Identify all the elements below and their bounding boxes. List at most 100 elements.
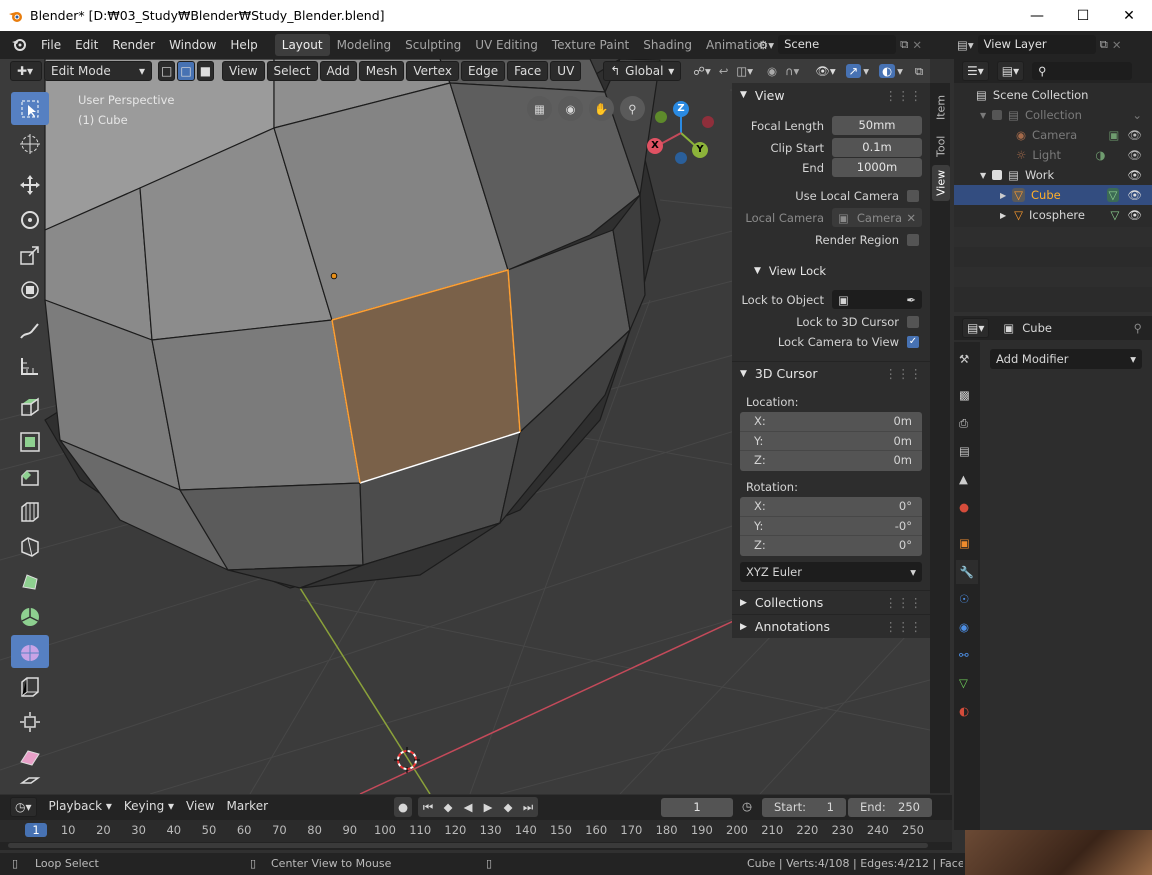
gizmo-x-label[interactable]: X: [647, 138, 663, 154]
menu-keying[interactable]: Keying ▾: [118, 797, 180, 817]
delete-scene-icon[interactable]: ✕: [912, 38, 922, 52]
expand-arrow-icon[interactable]: ▶: [1000, 211, 1006, 220]
outliner-item-camera[interactable]: ◉ Camera ▣ 👁: [954, 125, 1152, 145]
maximize-button[interactable]: ☐: [1060, 0, 1106, 31]
tab-tool[interactable]: Tool: [932, 129, 950, 163]
scene-name-field[interactable]: Scene: [778, 35, 897, 54]
render-region-checkbox[interactable]: [907, 234, 919, 246]
new-view-layer-icon[interactable]: ⧉: [1100, 37, 1108, 52]
mode-selector[interactable]: Edit Mode ▾: [44, 61, 152, 81]
tab-item[interactable]: Item: [932, 87, 950, 127]
expand-arrow-icon[interactable]: ▼: [980, 171, 986, 180]
lock-camera-checkbox[interactable]: ✓: [907, 336, 919, 348]
frame-tick[interactable]: 160: [581, 823, 611, 837]
jump-end-icon[interactable]: ⏭: [518, 797, 538, 817]
collections-section-header[interactable]: ▶ Collections ⋮⋮⋮: [732, 590, 930, 614]
modifier-properties-icon[interactable]: 🔧: [956, 560, 978, 584]
frame-tick[interactable]: 100: [370, 823, 400, 837]
frame-tick[interactable]: 50: [194, 823, 224, 837]
close-window-button[interactable]: ✕: [1106, 0, 1152, 31]
edge-select-icon[interactable]: □: [177, 61, 195, 81]
outliner-item-light[interactable]: ☼ Light ◑ 👁: [954, 145, 1152, 165]
3d-cursor[interactable]: [394, 747, 420, 773]
frame-tick[interactable]: 60: [229, 823, 259, 837]
clock-icon[interactable]: ◷: [742, 799, 752, 813]
prev-keyframe-icon[interactable]: ◆: [438, 797, 458, 817]
rotation-x[interactable]: X: 0°: [740, 497, 922, 517]
next-keyframe-icon[interactable]: ◆: [498, 797, 518, 817]
eye-icon[interactable]: 👁: [1127, 188, 1142, 202]
menu-edit[interactable]: Edit: [68, 38, 105, 52]
gizmo-y-label[interactable]: Y: [692, 142, 708, 158]
physics-properties-icon[interactable]: ◉: [959, 620, 969, 634]
select-box-tool-icon[interactable]: [11, 92, 49, 125]
location-y[interactable]: Y: 0m: [740, 432, 922, 451]
frame-tick[interactable]: 210: [757, 823, 787, 837]
menu-file[interactable]: File: [34, 38, 68, 52]
pin-icon[interactable]: ⚲: [1134, 321, 1142, 335]
frame-tick[interactable]: 80: [300, 823, 330, 837]
tab-view[interactable]: View: [932, 165, 950, 201]
eye-icon[interactable]: 👁: [1127, 148, 1142, 162]
view-section-header[interactable]: ▼ View ⋮⋮⋮: [732, 83, 930, 107]
local-camera-field[interactable]: ▣ Camera ✕: [832, 208, 922, 227]
menu-face[interactable]: Face: [507, 61, 549, 81]
frame-tick[interactable]: 20: [88, 823, 118, 837]
lock-object-field[interactable]: ▣ ✒: [832, 290, 922, 309]
light-data-icon[interactable]: ◑: [1095, 148, 1105, 162]
tool-properties-icon[interactable]: ⚒: [959, 352, 969, 366]
outliner-editor-type-icon[interactable]: ☰▾: [962, 61, 989, 81]
overlay-dropdown-icon[interactable]: ▾: [897, 64, 903, 78]
record-icon[interactable]: ●: [394, 797, 412, 817]
eye-icon[interactable]: 👁: [1127, 208, 1142, 222]
snap-icon[interactable]: ↩: [719, 64, 729, 78]
smooth-tool-icon[interactable]: [11, 635, 49, 668]
jump-start-icon[interactable]: ⏮: [418, 797, 438, 817]
eye-icon[interactable]: 👁: [1127, 128, 1142, 142]
rotation-y[interactable]: Y: -0°: [740, 517, 922, 536]
poly-build-tool-icon[interactable]: [11, 565, 49, 598]
move-tool-icon[interactable]: [11, 168, 49, 201]
mesh-data-properties-icon[interactable]: ▽: [959, 676, 968, 690]
render-properties-icon[interactable]: ▩: [959, 388, 970, 402]
pan-hand-icon[interactable]: ✋: [589, 96, 614, 121]
frame-tick[interactable]: 150: [546, 823, 576, 837]
end-frame-field[interactable]: End: 250: [848, 798, 932, 817]
frame-tick[interactable]: 110: [405, 823, 435, 837]
frame-tick[interactable]: 240: [863, 823, 893, 837]
frame-tick[interactable]: 180: [652, 823, 682, 837]
menu-edge[interactable]: Edge: [460, 61, 506, 81]
tab-sculpting[interactable]: Sculpting: [398, 34, 468, 56]
editor-type-icon[interactable]: ✚▾: [10, 61, 42, 81]
display-mode-icon[interactable]: ▤▾: [996, 61, 1025, 81]
transform-tool-icon[interactable]: [11, 273, 49, 306]
frame-ruler[interactable]: 1 10 20 30 40 50 60 70 80 90 100 110 120 130 140 150 160…: [0, 820, 952, 842]
loop-cut-tool-icon[interactable]: [11, 495, 49, 528]
menu-timeline-view[interactable]: View: [180, 797, 220, 817]
falloff-icon[interactable]: ∩▾: [785, 64, 799, 78]
tab-modeling[interactable]: Modeling: [330, 34, 399, 56]
scene-selector-icon[interactable]: ⚙▾: [758, 38, 774, 52]
location-x[interactable]: X: 0m: [740, 412, 922, 432]
icosphere-mesh[interactable]: [44, 59, 661, 589]
particles-properties-icon[interactable]: ☉: [959, 592, 969, 606]
rip-region-tool-icon[interactable]: [11, 775, 49, 789]
outliner-item-collection[interactable]: ▼ ▤ Collection ⌄: [954, 105, 1152, 125]
clip-start-field[interactable]: 0.1m: [832, 138, 922, 157]
snap-target-icon[interactable]: ◫▾: [736, 64, 753, 78]
frame-tick[interactable]: 140: [511, 823, 541, 837]
add-modifier-dropdown[interactable]: Add Modifier ▾: [990, 349, 1142, 369]
inset-faces-tool-icon[interactable]: [11, 425, 49, 458]
timeline-scrollbar[interactable]: [8, 843, 928, 848]
vertex-select-icon[interactable]: □: [158, 61, 176, 81]
frame-tick[interactable]: 170: [616, 823, 646, 837]
frame-tick[interactable]: 90: [335, 823, 365, 837]
bevel-tool-icon[interactable]: [11, 460, 49, 493]
rotation-mode-dropdown[interactable]: XYZ Euler ▾: [740, 562, 922, 582]
view-layer-properties-icon[interactable]: ▤: [959, 444, 970, 458]
timeline-editor-type-icon[interactable]: ◷▾: [10, 797, 37, 817]
frame-tick[interactable]: 190: [687, 823, 717, 837]
blender-menu-icon[interactable]: [10, 36, 28, 55]
measure-tool-icon[interactable]: [11, 349, 49, 382]
gizmo-toggle-icon[interactable]: ↗: [845, 64, 862, 78]
